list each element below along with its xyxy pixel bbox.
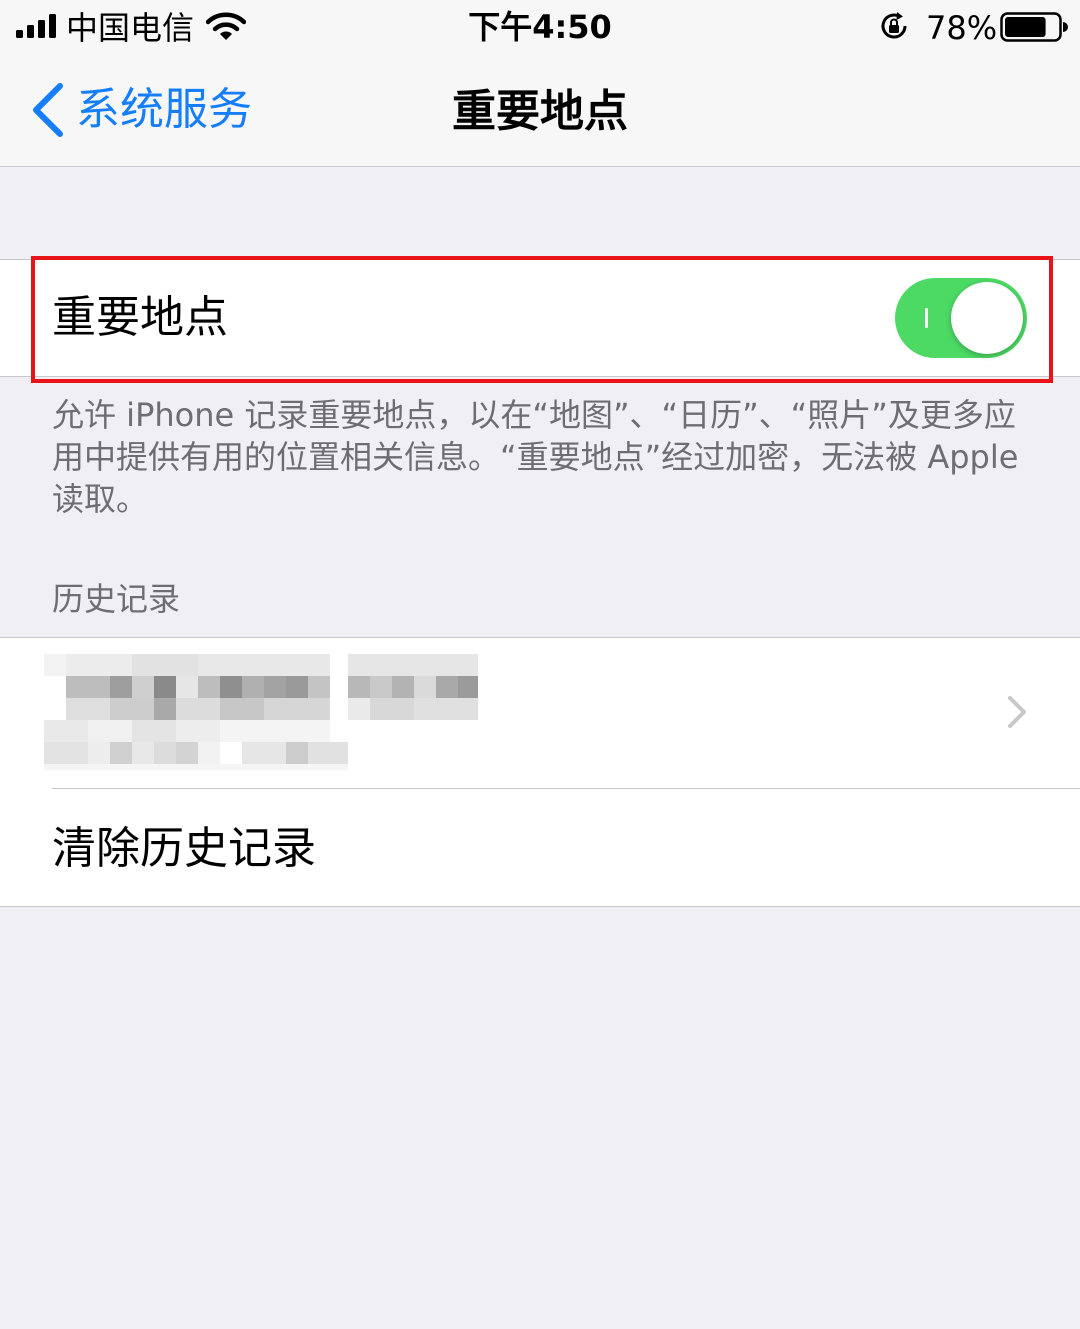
orientation-lock-icon xyxy=(881,12,907,39)
battery-percent: 78% xyxy=(926,9,998,47)
history-list-item[interactable] xyxy=(0,638,1080,788)
significant-locations-switch[interactable] xyxy=(895,278,1027,358)
significant-locations-description: 允许 iPhone 记录重要地点，以在“地图”、“日历”、“照片”及更多应用中提… xyxy=(52,396,1019,518)
redacted-location-pixelation xyxy=(44,654,478,770)
navigation-bar: 系统服务 重要地点 xyxy=(0,56,1080,167)
chevron-right-icon xyxy=(1008,696,1026,728)
significant-locations-row: 重要地点 xyxy=(0,259,1080,377)
history-section-header: 历史记录 xyxy=(52,580,181,618)
significant-locations-label: 重要地点 xyxy=(52,292,228,343)
status-time: 下午4:50 xyxy=(468,8,612,46)
switch-knob xyxy=(951,282,1023,354)
history-group: 清除历史记录 xyxy=(0,637,1080,907)
switch-on-indicator xyxy=(925,308,928,328)
battery-icon xyxy=(1000,12,1068,42)
clear-history-button[interactable]: 清除历史记录 xyxy=(0,789,1080,906)
clear-history-label: 清除历史记录 xyxy=(52,823,316,874)
status-bar: 中国电信 下午4:50 78% xyxy=(0,0,1080,56)
page-title: 重要地点 xyxy=(452,86,628,137)
